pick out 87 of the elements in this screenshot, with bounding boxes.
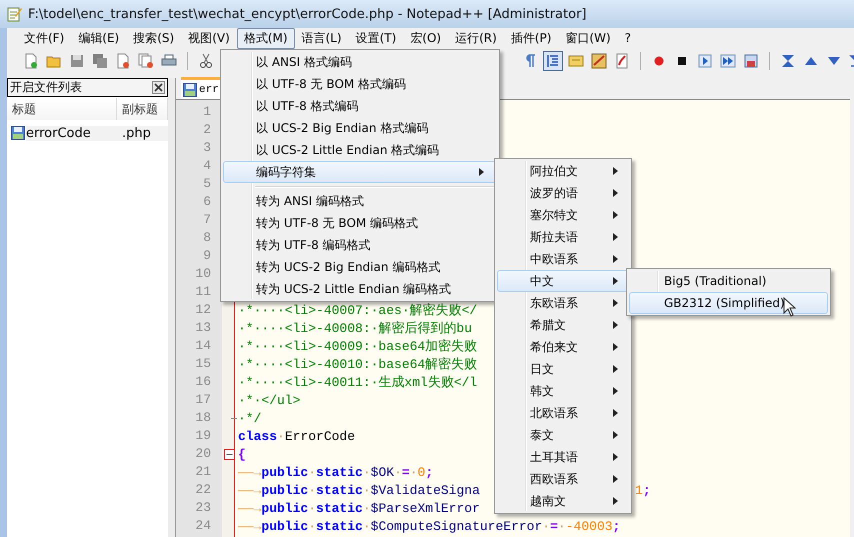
menu-item[interactable]: 以 UTF-8 无 BOM 格式编码 [223, 73, 497, 95]
menu-item[interactable]: 编辑(E) [71, 28, 126, 48]
line-number: 21 [194, 463, 212, 481]
menu-item[interactable]: 韩文 [497, 380, 629, 402]
line-number: 23 [194, 499, 212, 517]
file-tab[interactable]: err [181, 77, 221, 99]
code-line: ——→public·static·$OK·=·0; [238, 464, 434, 480]
code-line: ——→public·static·$ComputeSignatureError·=·-40003; [238, 518, 620, 534]
menu-item[interactable]: 文件(F) [17, 28, 72, 48]
menu-item[interactable]: 语言(L) [294, 28, 349, 48]
menu-item[interactable]: 转为 ANSI 编码格式 [223, 190, 497, 212]
code-line: class·ErrorCode [238, 428, 356, 444]
menu-item[interactable]: 转为 UTF-8 无 BOM 编码格式 [223, 212, 497, 234]
line-number: 5 [202, 175, 212, 193]
menu-item[interactable]: 中文 [497, 270, 629, 292]
menu-item[interactable]: 转为 UTF-8 编码格式 [223, 234, 497, 256]
line-number: 3 [202, 139, 212, 157]
menu-item[interactable]: 以 UTF-8 格式编码 [223, 95, 497, 117]
line-number: 14 [194, 337, 212, 355]
code-line: { [238, 446, 246, 462]
code-line: ·*····<li>-40011:·生成xml失败</l [238, 374, 478, 391]
file-name: errorCode [26, 126, 122, 140]
menu-item[interactable]: 插件(P) [504, 28, 558, 48]
code-line: ·*····<li>-40010:·base64解密失败 [238, 356, 478, 373]
line-number: 20 [194, 445, 212, 463]
menu-item[interactable]: 波罗的语 [497, 182, 629, 204]
menu-item[interactable]: 越南文 [497, 490, 629, 512]
line-number: 1 [202, 103, 212, 121]
window-title: F:\todel\enc_transfer_test\wechat_encypt\errorCode.php - Notepad++ [Administrator] [28, 6, 586, 22]
menu-item[interactable]: 泰文 [497, 424, 629, 446]
menu-item[interactable]: 阿拉伯文 [497, 160, 629, 182]
file-extension: .php [122, 126, 168, 140]
menu-item[interactable]: 以 UCS-2 Big Endian 格式编码 [223, 117, 497, 139]
menu-item[interactable]: 中欧语系 [497, 248, 629, 270]
menu-item[interactable]: 以 UCS-2 Little Endian 格式编码 [223, 139, 497, 161]
menu-item[interactable]: GB2312 (Simplified) [629, 292, 828, 314]
line-number: 9 [202, 247, 212, 265]
menu-item[interactable]: 转为 UCS-2 Little Endian 编码格式 [223, 278, 497, 300]
line-number: 24 [194, 517, 212, 535]
line-number: 8 [202, 229, 212, 247]
menu-item[interactable]: 东欧语系 [497, 292, 629, 314]
code-line: ·*·</ul> [238, 392, 300, 408]
line-number: 13 [194, 319, 212, 337]
menu-item[interactable]: 编码字符集 [223, 161, 497, 183]
menu-item[interactable]: 北欧语系 [497, 402, 629, 424]
code-line: ——→public·static·$ParseXmlError [238, 500, 480, 516]
line-number: 15 [194, 355, 212, 373]
menu-item[interactable]: 塞尔特文 [497, 204, 629, 226]
menu-item[interactable]: 日文 [497, 358, 629, 380]
line-number: 16 [194, 373, 212, 391]
menu-item[interactable]: 窗口(W) [558, 28, 618, 48]
code-line: ·*····<li>-40009:·base64加密失败 [238, 338, 478, 355]
line-number: 6 [202, 193, 212, 211]
column-header[interactable]: 标题 [7, 98, 117, 120]
menu-item[interactable]: 格式(M) [236, 28, 294, 48]
menu-item[interactable]: 视图(V) [181, 28, 237, 48]
file-row[interactable]: errorCode .php [7, 123, 168, 143]
line-number: 2 [202, 121, 212, 139]
line-number: 18 [194, 409, 212, 427]
menu-item[interactable]: 转为 UCS-2 Big Endian 编码格式 [223, 256, 497, 278]
line-number: 22 [194, 481, 212, 499]
line-number: 4 [202, 157, 212, 175]
menu-item[interactable]: 希腊文 [497, 314, 629, 336]
panel-title: 开启文件列表 [10, 79, 82, 96]
menu-item[interactable]: 希伯来文 [497, 336, 629, 358]
menu-item[interactable]: 西欧语系 [497, 468, 629, 490]
line-number: 7 [202, 211, 212, 229]
menu-item[interactable]: Big5 (Traditional) [629, 270, 828, 292]
code-line: ·*/ [238, 410, 262, 426]
menu-item[interactable]: 土耳其语 [497, 446, 629, 468]
column-header[interactable]: 副标题 [117, 98, 168, 120]
line-number: 17 [194, 391, 212, 409]
code-line: ——→public·static·$ValidateSigna [238, 482, 480, 498]
menu-item[interactable]: 以 ANSI 格式编码 [223, 51, 497, 73]
menu-item[interactable]: 斯拉夫语 [497, 226, 629, 248]
line-number: 12 [194, 301, 212, 319]
menu-item[interactable]: 运行(R) [448, 28, 504, 48]
code-line: ·*····<li>-40008:·解密后得到的bu [238, 320, 472, 337]
line-number: 19 [194, 427, 212, 445]
line-number: 11 [194, 283, 212, 301]
menu-item[interactable]: 宏(O) [403, 28, 448, 48]
menu-item[interactable]: 搜索(S) [126, 28, 182, 48]
menu-item[interactable]: 设置(T) [348, 28, 404, 48]
menu-item[interactable]: ? [618, 29, 638, 47]
code-line: ·*····<li>-40007:·aes·解密失败</ [238, 302, 478, 319]
code-fragment: 1; [635, 482, 651, 498]
line-number: 10 [194, 265, 212, 283]
